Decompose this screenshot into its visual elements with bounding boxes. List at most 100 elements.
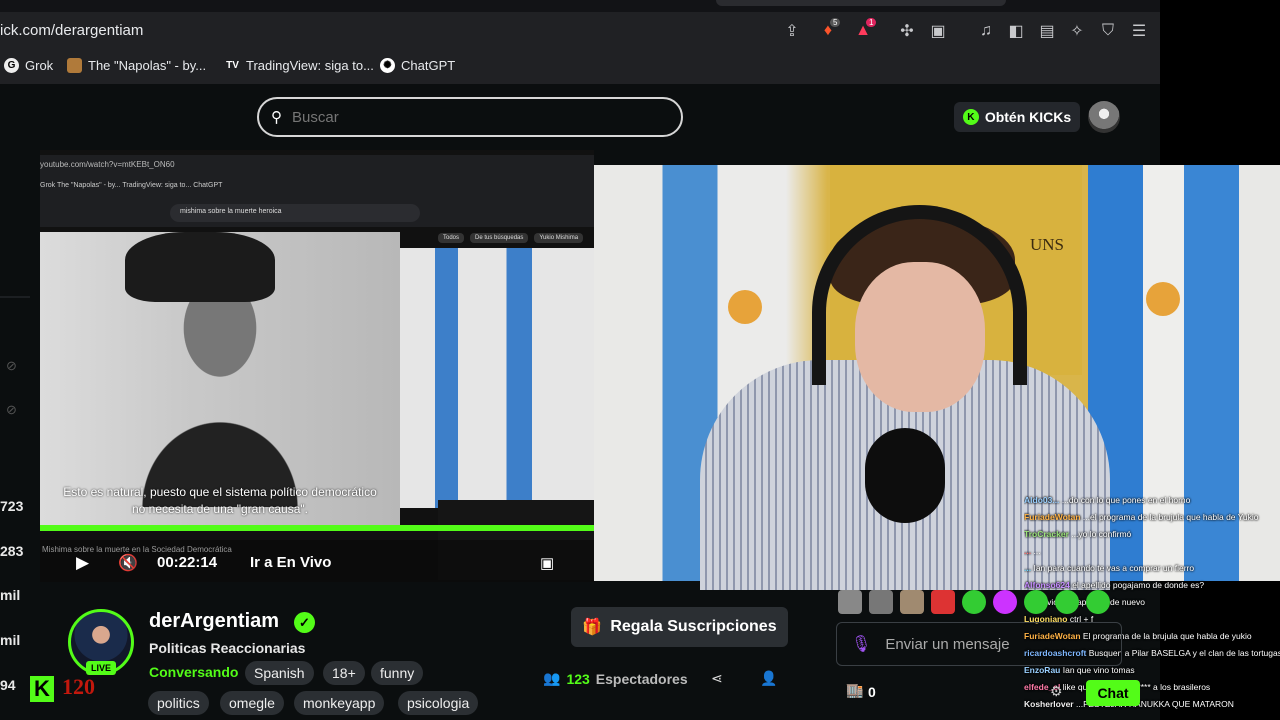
gift-icon: 🎁 <box>582 619 603 636</box>
go-live-button[interactable]: Ir a En Vivo <box>250 554 331 571</box>
emote-icon[interactable] <box>1055 590 1079 614</box>
gift-label: Regala Suscripciones <box>610 618 777 635</box>
chat-text: Ian para cuando te vas a comprar un fier… <box>1033 563 1195 573</box>
chat-message: TroCracker ...yo lo confirmó <box>1024 526 1280 543</box>
bookmark-grok[interactable]: G Grok <box>4 58 53 73</box>
emote-icon[interactable] <box>1086 590 1110 614</box>
tradingview-icon: TV <box>226 60 239 71</box>
captured-chip: Todos <box>438 233 465 243</box>
progress-bar[interactable] <box>40 525 594 531</box>
share-icon[interactable]: ⇪ <box>782 21 802 41</box>
emote-icon[interactable] <box>962 590 986 614</box>
get-kicks-button[interactable]: K Obtén KICKs <box>954 102 1080 132</box>
tag-chip[interactable]: Spanish <box>245 661 314 685</box>
play-icon[interactable]: ▶ <box>76 553 89 573</box>
search-input[interactable] <box>292 108 652 126</box>
bookmark-chatgpt[interactable]: ✺ ChatGPT <box>380 58 455 73</box>
captured-search: mishima sobre la muerte heroica <box>170 204 420 222</box>
search-icon: ⚲ <box>271 109 282 126</box>
reading-list-icon[interactable]: ▣ <box>928 21 948 41</box>
share-icon[interactable]: ⋖ <box>711 670 723 687</box>
bookmark-napolas[interactable]: The "Napolas" - by... <box>67 58 206 73</box>
chat-input[interactable]: 🎙 Enviar un mensaje <box>836 622 1122 666</box>
wallet-icon[interactable]: ▤ <box>1037 21 1057 41</box>
sidebar-viewer-count: mil <box>0 632 21 648</box>
viewer-number: 123 <box>566 670 590 687</box>
mic-icon[interactable]: 🎙 <box>851 634 871 654</box>
captured-chip: De tus búsquedas <box>470 233 529 243</box>
hidden-icon[interactable]: ⊘ <box>6 358 17 374</box>
chat-text: ...el programa de la brujula que habla d… <box>1082 512 1259 522</box>
chat-username[interactable]: Kosherlover <box>1024 699 1074 709</box>
subtitle-line: no necesita de una "gran causa". <box>132 502 308 516</box>
chat-message: Aldo03... ...do con lo que pones en el h… <box>1024 492 1280 509</box>
tag-chip[interactable]: monkeyapp <box>294 691 385 715</box>
overlay-number: 120 <box>62 674 95 699</box>
tag-chip[interactable]: psicologia <box>398 691 479 715</box>
captured-chips: Todos De tus búsquedas Yukio Mishima <box>438 233 584 243</box>
chat-text: Ian que vino tomas <box>1062 665 1135 675</box>
microphone-icon <box>865 428 945 523</box>
emote-icon[interactable] <box>869 590 893 614</box>
search-bar[interactable]: ⚲ <box>257 97 683 137</box>
sidebar-divider <box>0 296 30 298</box>
live-badge: LIVE <box>86 661 116 675</box>
tag-chip[interactable]: politics <box>148 691 209 715</box>
chat-text: ...do con lo que pones en el horno <box>1061 495 1191 505</box>
gift-subs-button[interactable]: 🎁 Regala Suscripciones <box>571 607 788 647</box>
emote-icon[interactable] <box>931 590 955 614</box>
vpn-icon[interactable]: ⛉ <box>1098 21 1118 41</box>
chat-username[interactable]: ... <box>1024 563 1031 573</box>
captured-video-title: Mishima sobre la muerte en la Sociedad D… <box>42 545 232 554</box>
chat-send-button[interactable]: Chat <box>1086 680 1140 706</box>
chat-settings-icon[interactable]: ⚙ <box>1050 683 1063 700</box>
captured-speaker-hair <box>125 232 275 302</box>
chat-message: ... ... <box>1024 543 1280 560</box>
pip-icon[interactable]: ▣ <box>540 554 554 572</box>
chat-username[interactable]: TroCracker <box>1024 529 1069 539</box>
viewer-count: 👥 123 Espectadores <box>543 670 688 687</box>
media-icon[interactable]: ♫ <box>976 21 996 41</box>
channel-name[interactable]: derArgentiam <box>149 610 279 633</box>
verified-icon: ✓ <box>294 612 315 633</box>
chat-message: FuriadeWotan ...el programa de la brujul… <box>1024 509 1280 526</box>
tag-chip[interactable]: omegle <box>220 691 284 715</box>
leo-ai-icon[interactable]: ✧ <box>1067 21 1087 41</box>
sidebar-viewer-count: 94 <box>0 677 16 693</box>
mute-icon[interactable]: 🔇 <box>118 553 138 573</box>
emote-icon[interactable] <box>900 590 924 614</box>
banner-text: UNS <box>1030 235 1065 254</box>
hidden-icon[interactable]: ⊘ <box>6 402 17 418</box>
emote-icon[interactable] <box>1024 590 1048 614</box>
tag-chip[interactable]: funny <box>371 661 424 685</box>
chat-text: el apellido pogajamo de donde es? <box>1072 580 1205 590</box>
emote-icon[interactable] <box>838 590 862 614</box>
kicks-label: Obtén KICKs <box>984 109 1072 125</box>
bookmark-tradingview[interactable]: TV TradingView: siga to... <box>225 58 374 73</box>
chat-username[interactable]: ... <box>1024 546 1031 556</box>
sidebar-viewer-count: mil <box>0 587 21 603</box>
extensions-icon[interactable]: ✣ <box>897 21 917 41</box>
viewers-icon: 👥 <box>543 670 561 686</box>
substack-icon <box>67 58 82 73</box>
emote-icon[interactable] <box>993 590 1017 614</box>
subtitle-line: Esto es natural, puesto que el sistema p… <box>63 485 377 499</box>
chat-username[interactable]: FuriadeWotan <box>1024 512 1081 522</box>
follow-icon[interactable]: 👤 <box>760 670 777 687</box>
active-tab[interactable] <box>716 0 1006 6</box>
store-icon[interactable]: 🏬 <box>846 682 863 699</box>
chat-username[interactable]: EnzoRau <box>1024 665 1060 675</box>
sidebar-toggle-icon[interactable]: ◧ <box>1006 21 1026 41</box>
time-display: 00:22:14 <box>157 554 218 571</box>
captured-url: youtube.com/watch?v=mtKEBt_ON60 <box>40 160 175 169</box>
chat-username[interactable]: Aldo03... <box>1024 495 1059 505</box>
menu-icon[interactable]: ☰ <box>1129 21 1149 41</box>
category-link[interactable]: Conversando <box>149 664 238 680</box>
captured-stream-preview <box>400 248 594 508</box>
chat-message: ... Ian para cuando te vas a comprar un … <box>1024 560 1280 577</box>
chat-username[interactable]: Alfonso624 <box>1024 580 1070 590</box>
tag-chip[interactable]: 18+ <box>323 661 365 685</box>
captured-chip: Yukio Mishima <box>534 233 584 243</box>
user-avatar[interactable] <box>1088 101 1120 133</box>
address-bar[interactable]: ick.com/derargentiam <box>0 22 143 39</box>
